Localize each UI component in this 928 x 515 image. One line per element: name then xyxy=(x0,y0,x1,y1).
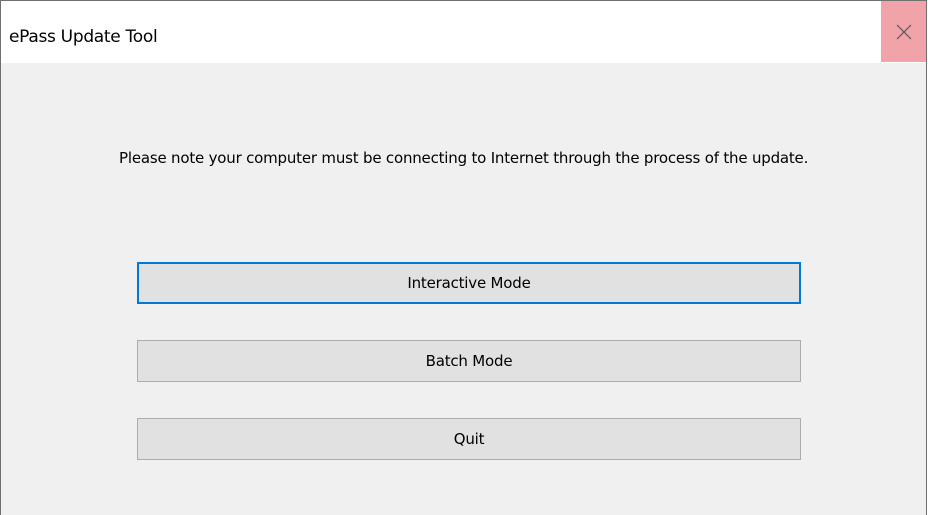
close-button[interactable] xyxy=(881,1,926,62)
quit-button[interactable]: Quit xyxy=(137,418,801,460)
interactive-mode-button[interactable]: Interactive Mode xyxy=(137,262,801,304)
window-title: ePass Update Tool xyxy=(9,27,158,47)
update-notice-text: Please note your computer must be connec… xyxy=(119,149,809,167)
dialog-window: ePass Update Tool Please note your compu… xyxy=(0,0,927,515)
close-icon xyxy=(896,24,912,40)
title-bar[interactable]: ePass Update Tool xyxy=(1,1,926,63)
batch-mode-button[interactable]: Batch Mode xyxy=(137,340,801,382)
dialog-body: Please note your computer must be connec… xyxy=(1,63,926,515)
